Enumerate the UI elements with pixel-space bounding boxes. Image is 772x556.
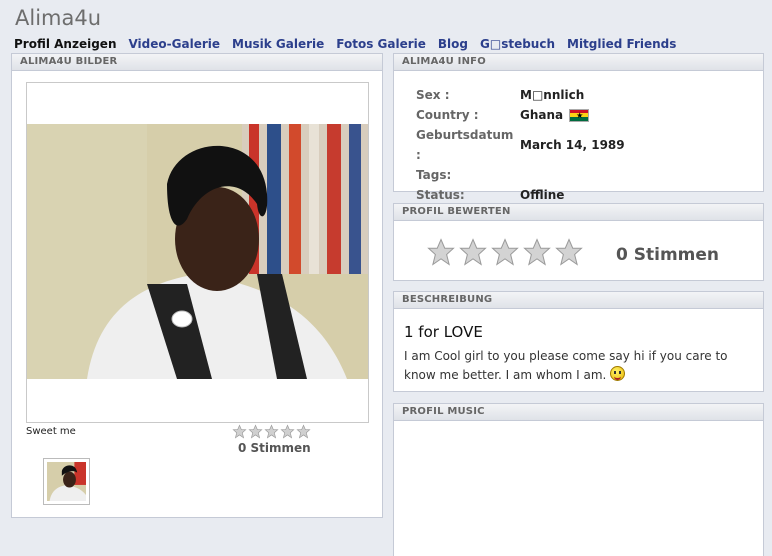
info-value: M□nnlich: [520, 88, 585, 102]
info-value: March 14, 1989: [520, 138, 625, 152]
info-label: Geburtsdatum :: [416, 128, 514, 162]
info-value: Offline: [520, 188, 565, 202]
photos-panel: ALIMA4U BILDER Sweet me 0 Stimmen: [11, 53, 383, 518]
main-photo-frame: [26, 82, 369, 423]
nav-video-galerie[interactable]: Video-Galerie: [128, 37, 220, 51]
info-label: Status:: [416, 188, 465, 202]
info-row-tags: Tags:: [416, 165, 625, 185]
star-icon[interactable]: [280, 424, 295, 439]
profile-rating-stars[interactable]: [426, 237, 584, 267]
photo-thumbnail[interactable]: [43, 458, 90, 505]
main-profile-photo[interactable]: [27, 124, 368, 379]
description-heading: 1 for LOVE: [404, 323, 483, 341]
country-value: Ghana: [520, 108, 564, 122]
info-panel-header: ALIMA4U INFO: [394, 54, 763, 71]
profile-title: Alima4u: [15, 6, 102, 30]
info-table: Sex : M□nnlich Country : Ghana ★ Geburts…: [416, 85, 625, 205]
photo-vote-count: 0 Stimmen: [238, 441, 311, 455]
info-row-birthdate: Geburtsdatum : March 14, 1989: [416, 125, 625, 165]
nav-fotos-galerie[interactable]: Fotos Galerie: [336, 37, 426, 51]
nav-mitglied-friends[interactable]: Mitglied Friends: [567, 37, 676, 51]
info-row-status: Status: Offline: [416, 185, 625, 205]
star-icon[interactable]: [426, 237, 456, 267]
rate-panel-header: PROFIL BEWERTEN: [394, 204, 763, 221]
description-text-block: I am Cool girl to you please come say hi…: [404, 347, 756, 385]
nav-musik-galerie[interactable]: Musik Galerie: [232, 37, 324, 51]
nav-gaestebuch[interactable]: G□stebuch: [480, 37, 555, 51]
photos-panel-header: ALIMA4U BILDER: [12, 54, 382, 71]
music-panel-header: PROFIL MUSIC: [394, 404, 763, 421]
photo-rating-stars[interactable]: [232, 424, 311, 439]
profile-nav: Profil Anzeigen Video-Galerie Musik Gale…: [14, 37, 676, 51]
star-icon[interactable]: [490, 237, 520, 267]
star-icon[interactable]: [264, 424, 279, 439]
star-icon[interactable]: [522, 237, 552, 267]
description-panel-header: BESCHREIBUNG: [394, 292, 763, 309]
description-panel: BESCHREIBUNG 1 for LOVE I am Cool girl t…: [393, 291, 764, 392]
star-icon[interactable]: [232, 424, 247, 439]
info-panel: ALIMA4U INFO Sex : M□nnlich Country : Gh…: [393, 53, 764, 202]
info-label: Country :: [416, 108, 479, 122]
profile-vote-count: 0 Stimmen: [616, 245, 720, 265]
smiley-icon: [610, 366, 626, 381]
info-value: Ghana ★: [520, 105, 590, 125]
star-icon[interactable]: [248, 424, 263, 439]
rate-profile-panel: PROFIL BEWERTEN 0 Stimmen: [393, 203, 764, 281]
star-icon[interactable]: [554, 237, 584, 267]
profile-music-panel: PROFIL MUSIC: [393, 403, 764, 556]
ghana-flag-icon: ★: [569, 108, 590, 122]
info-label: Sex :: [416, 88, 450, 102]
info-row-country: Country : Ghana ★: [416, 105, 625, 125]
nav-blog[interactable]: Blog: [438, 37, 468, 51]
info-label: Tags:: [416, 168, 452, 182]
photo-caption: Sweet me: [26, 426, 76, 437]
info-row-sex: Sex : M□nnlich: [416, 85, 625, 105]
description-text: I am Cool girl to you please come say hi…: [404, 349, 728, 382]
nav-profil-anzeigen[interactable]: Profil Anzeigen: [14, 37, 116, 51]
star-icon[interactable]: [296, 424, 311, 439]
star-icon[interactable]: [458, 237, 488, 267]
